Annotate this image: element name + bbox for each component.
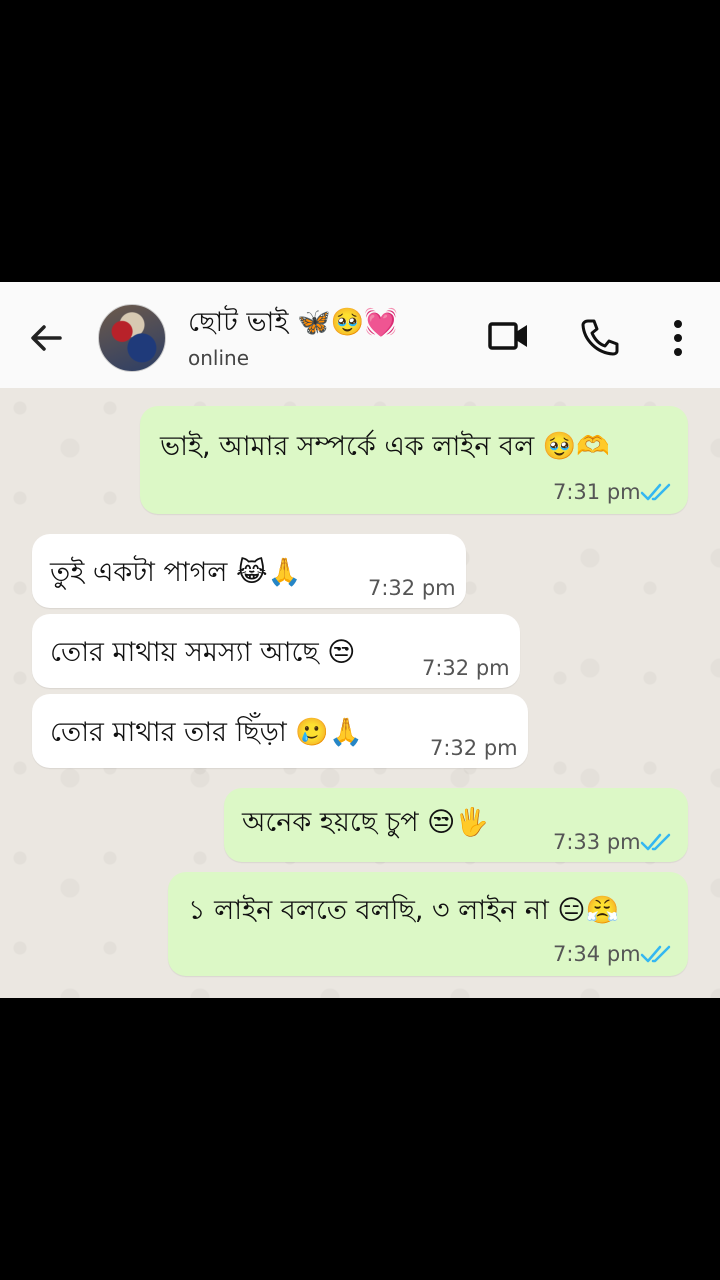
chat-header: ছোট ভাই 🦋🥹💓 online [0, 282, 720, 388]
read-receipt-icon [640, 833, 671, 851]
message-time: 7:33 pm [553, 830, 641, 854]
message-incoming[interactable]: তোর মাথায় সমস্যা আছে 😒 7:32 pm [32, 614, 520, 688]
voice-call-icon[interactable] [580, 318, 620, 356]
read-receipt-icon [640, 483, 671, 501]
message-time: 7:34 pm [553, 942, 641, 966]
message-text: অনেক হয়ছে চুপ 😒🖐 [242, 807, 489, 838]
message-outgoing[interactable]: ১ লাইন বলতে বলছি, ৩ লাইন না 😑😤 7:34 pm [168, 872, 688, 976]
contact-status: online [188, 346, 250, 370]
message-time: 7:31 pm [553, 480, 641, 504]
message-text: ১ লাইন বলতে বলছি, ৩ লাইন না 😑😤 [188, 895, 620, 926]
message-text: তোর মাথায় সমস্যা আছে 😒 [50, 637, 356, 668]
message-text: তুই একটা পাগল 😹🙏 [50, 557, 302, 588]
message-incoming[interactable]: তুই একটা পাগল 😹🙏 7:32 pm [32, 534, 466, 608]
read-receipt-icon [640, 945, 671, 963]
chat-screen: ছোট ভাই 🦋🥹💓 online ভাই, আমার সম্পর্কে এক… [0, 282, 720, 998]
more-options-icon[interactable] [670, 318, 686, 358]
contact-name[interactable]: ছোট ভাই 🦋🥹💓 [188, 302, 398, 347]
message-time: 7:32 pm [430, 736, 518, 760]
message-text: ভাই, আমার সম্পর্কে এক লাইন বল 🥹🫶 [160, 431, 611, 462]
back-arrow-icon[interactable] [26, 318, 66, 358]
message-outgoing[interactable]: অনেক হয়ছে চুপ 😒🖐 7:33 pm [224, 788, 688, 862]
message-incoming[interactable]: তোর মাথার তার ছিঁড়া 🥲🙏 7:32 pm [32, 694, 528, 768]
contact-avatar[interactable] [98, 304, 166, 372]
message-time: 7:32 pm [422, 656, 510, 680]
message-text: তোর মাথার তার ছিঁড়া 🥲🙏 [50, 717, 363, 748]
message-outgoing[interactable]: ভাই, আমার সম্পর্কে এক লাইন বল 🥹🫶 7:31 pm [140, 406, 688, 514]
message-time: 7:32 pm [368, 576, 456, 600]
video-call-icon[interactable] [488, 320, 530, 352]
